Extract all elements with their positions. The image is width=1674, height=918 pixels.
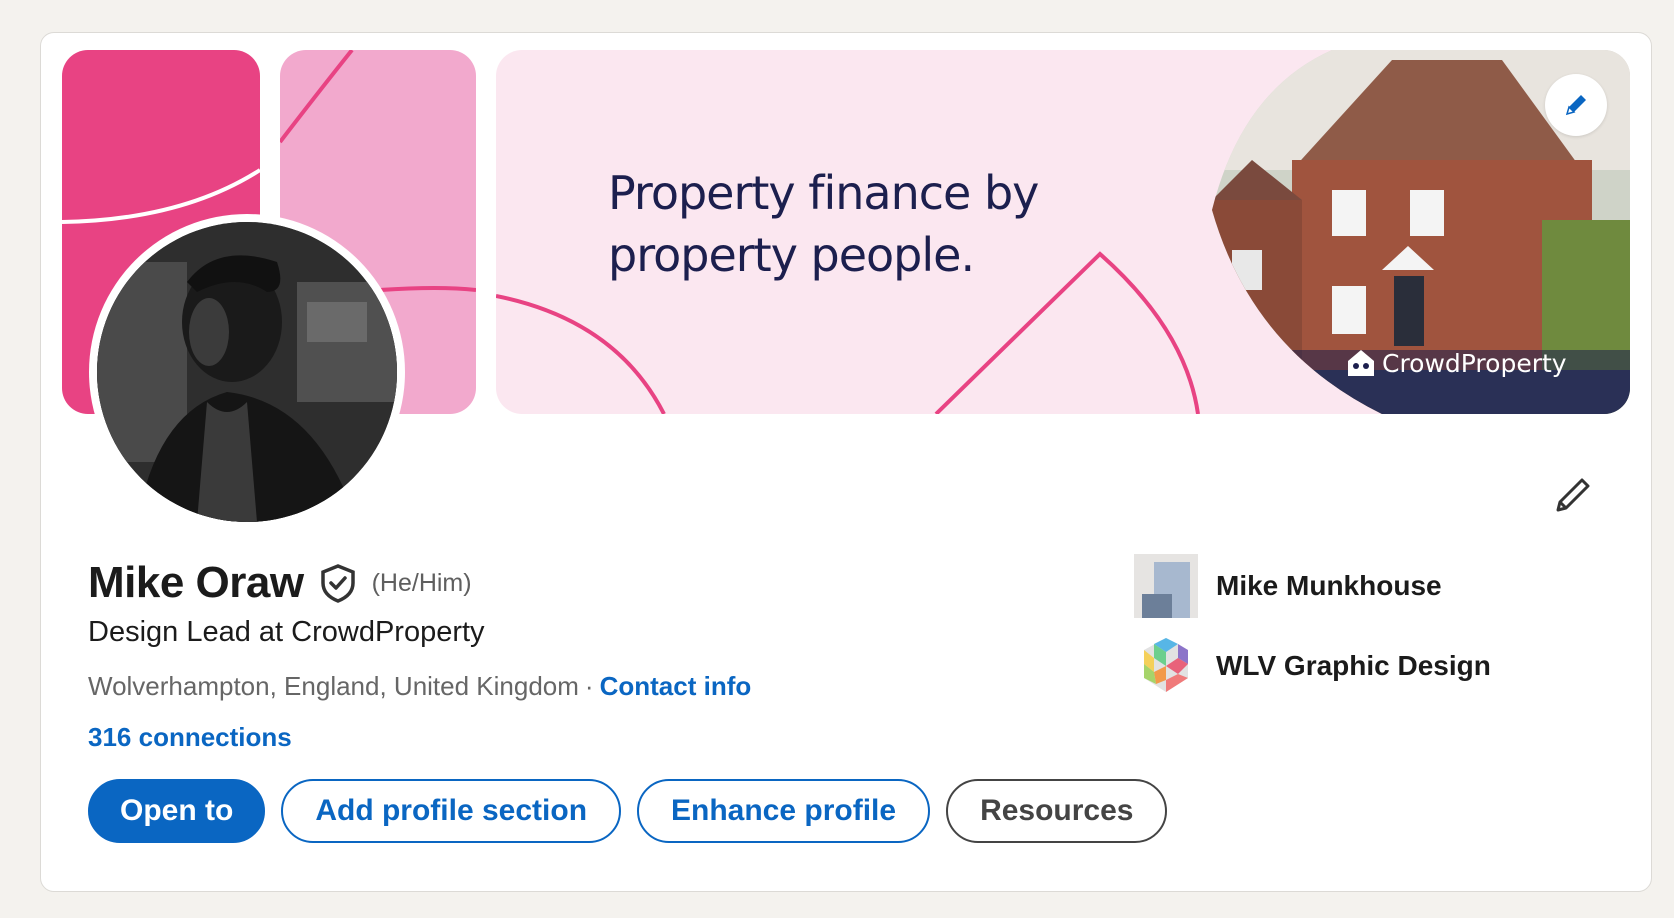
- connections-link[interactable]: 316 connections: [88, 722, 292, 753]
- tagline-line-2: property people.: [608, 228, 975, 282]
- edit-intro-button[interactable]: [1550, 472, 1596, 518]
- enhance-profile-button[interactable]: Enhance profile: [637, 779, 931, 843]
- profile-affiliations: Mike Munkhouse WLV Graphic Design: [1134, 554, 1491, 714]
- tagline-line-1: Property finance by: [608, 166, 1039, 220]
- school-logo: [1144, 638, 1188, 692]
- profile-location: Wolverhampton, England, United Kingdom: [88, 671, 579, 701]
- company-logo: [1134, 554, 1198, 618]
- company-name: Mike Munkhouse: [1216, 570, 1442, 601]
- name-row: Mike Oraw (He/Him): [88, 558, 472, 608]
- banner-tagline: Property finance by property people.: [608, 162, 1128, 286]
- profile-headline: Design Lead at CrowdProperty: [88, 616, 485, 648]
- resources-button[interactable]: Resources: [946, 779, 1168, 843]
- open-to-button[interactable]: Open to: [88, 779, 266, 843]
- profile-actions: Open to Add profile section Enhance prof…: [88, 779, 1168, 843]
- education-school[interactable]: WLV Graphic Design: [1134, 634, 1491, 698]
- contact-info-link[interactable]: Contact info: [600, 671, 752, 701]
- separator-dot: ·: [584, 671, 594, 701]
- banner-main: Property finance by property people. Cro…: [496, 50, 1630, 414]
- shield-check-icon[interactable]: [318, 563, 358, 603]
- school-name: WLV Graphic Design: [1216, 650, 1491, 681]
- profile-name: Mike Oraw: [88, 558, 304, 607]
- profile-avatar[interactable]: [89, 214, 405, 530]
- avatar-photo: [97, 222, 397, 522]
- house-logo-icon: [1348, 350, 1374, 376]
- add-profile-section-button[interactable]: Add profile section: [281, 779, 622, 843]
- pencil-icon: [1556, 478, 1590, 512]
- pencil-icon: [1565, 95, 1586, 116]
- current-company[interactable]: Mike Munkhouse: [1134, 554, 1491, 618]
- crowdproperty-logo: CrowdProperty: [1346, 348, 1567, 378]
- pronouns: (He/Him): [371, 568, 472, 597]
- brand-name: CrowdProperty: [1382, 348, 1567, 378]
- location-row: Wolverhampton, England, United Kingdom · C…: [88, 671, 751, 702]
- edit-banner-button[interactable]: [1545, 74, 1607, 136]
